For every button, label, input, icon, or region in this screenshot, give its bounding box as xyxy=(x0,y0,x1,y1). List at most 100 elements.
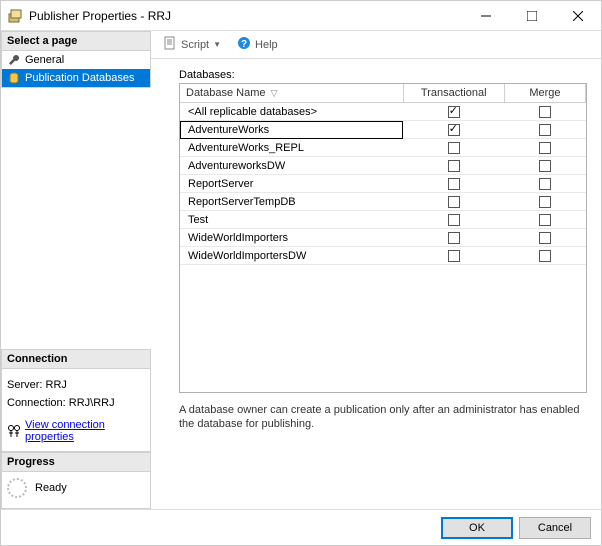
transactional-checkbox[interactable] xyxy=(448,160,460,172)
merge-cell[interactable] xyxy=(504,247,585,265)
merge-checkbox[interactable] xyxy=(539,250,551,262)
merge-cell[interactable] xyxy=(504,175,585,193)
merge-checkbox[interactable] xyxy=(539,214,551,226)
transactional-checkbox[interactable] xyxy=(448,178,460,190)
hint-text: A database owner can create a publicatio… xyxy=(179,403,587,432)
cancel-button[interactable]: Cancel xyxy=(519,517,591,539)
maximize-button[interactable] xyxy=(509,1,555,31)
merge-checkbox[interactable] xyxy=(539,232,551,244)
db-name-cell[interactable]: WideWorldImporters xyxy=(180,229,403,247)
table-row[interactable]: AdventureWorks xyxy=(180,121,586,139)
db-name-cell[interactable]: AdventureWorks_REPL xyxy=(180,139,403,157)
left-panel: Select a page General Publication Databas… xyxy=(1,31,151,509)
dialog-footer: OK Cancel xyxy=(1,509,601,545)
merge-cell[interactable] xyxy=(504,139,585,157)
script-icon xyxy=(163,36,177,53)
chevron-down-icon: ▼ xyxy=(213,40,221,49)
toolbar: Script ▼ ? Help xyxy=(151,31,601,59)
db-name-cell[interactable]: ReportServerTempDB xyxy=(180,193,403,211)
db-name-cell[interactable]: <All replicable databases> xyxy=(180,103,403,121)
progress-status: Ready xyxy=(35,482,67,494)
db-name-cell[interactable]: AdventureworksDW xyxy=(180,157,403,175)
ok-button[interactable]: OK xyxy=(441,517,513,539)
svg-text:?: ? xyxy=(241,39,247,50)
wrench-icon xyxy=(7,53,21,67)
page-nav: General Publication Databases xyxy=(1,51,151,88)
nav-item-publication-databases[interactable]: Publication Databases xyxy=(2,69,150,87)
server-label: Server: RRJ xyxy=(7,379,145,391)
db-name-cell[interactable]: AdventureWorks xyxy=(180,121,403,139)
col-merge[interactable]: Merge xyxy=(504,84,585,103)
transactional-cell[interactable] xyxy=(403,121,504,139)
transactional-cell[interactable] xyxy=(403,139,504,157)
transactional-checkbox[interactable] xyxy=(448,250,460,262)
help-icon: ? xyxy=(237,36,251,53)
nav-item-label: Publication Databases xyxy=(25,72,134,84)
transactional-checkbox[interactable] xyxy=(448,124,460,136)
databases-label: Databases: xyxy=(179,69,587,81)
right-panel: Script ▼ ? Help Databases: xyxy=(151,31,601,509)
transactional-cell[interactable] xyxy=(403,157,504,175)
nav-item-label: General xyxy=(25,54,64,66)
db-name-cell[interactable]: ReportServer xyxy=(180,175,403,193)
table-row[interactable]: WideWorldImporters xyxy=(180,229,586,247)
script-label: Script xyxy=(181,39,209,51)
merge-cell[interactable] xyxy=(504,211,585,229)
transactional-checkbox[interactable] xyxy=(448,106,460,118)
progress-box: Ready xyxy=(1,472,151,509)
transactional-cell[interactable] xyxy=(403,229,504,247)
help-button[interactable]: ? Help xyxy=(231,34,284,55)
help-label: Help xyxy=(255,39,278,51)
merge-checkbox[interactable] xyxy=(539,142,551,154)
transactional-cell[interactable] xyxy=(403,193,504,211)
col-database-name[interactable]: Database Name ▽ xyxy=(180,84,403,103)
transactional-checkbox[interactable] xyxy=(448,214,460,226)
merge-checkbox[interactable] xyxy=(539,160,551,172)
transactional-checkbox[interactable] xyxy=(448,196,460,208)
merge-cell[interactable] xyxy=(504,157,585,175)
transactional-cell[interactable] xyxy=(403,211,504,229)
progress-header: Progress xyxy=(1,452,151,472)
transactional-cell[interactable] xyxy=(403,247,504,265)
table-row[interactable]: ReportServerTempDB xyxy=(180,193,586,211)
content-area: Databases: Database Name ▽ Transactional… xyxy=(151,59,601,509)
progress-spinner-icon xyxy=(7,478,27,498)
merge-checkbox[interactable] xyxy=(539,124,551,136)
app-icon xyxy=(7,8,23,24)
transactional-checkbox[interactable] xyxy=(448,142,460,154)
titlebar: Publisher Properties - RRJ xyxy=(1,1,601,31)
merge-cell[interactable] xyxy=(504,121,585,139)
databases-grid[interactable]: Database Name ▽ Transactional Merge <All… xyxy=(179,83,587,393)
merge-checkbox[interactable] xyxy=(539,178,551,190)
select-page-header: Select a page xyxy=(1,31,151,51)
transactional-cell[interactable] xyxy=(403,175,504,193)
window-title: Publisher Properties - RRJ xyxy=(29,9,463,23)
connection-label: Connection: RRJ\RRJ xyxy=(7,397,145,409)
transactional-checkbox[interactable] xyxy=(448,232,460,244)
table-row[interactable]: Test xyxy=(180,211,586,229)
view-connection-link[interactable]: View connection properties xyxy=(25,419,145,443)
connection-icon xyxy=(7,424,21,438)
merge-cell[interactable] xyxy=(504,229,585,247)
connection-header: Connection xyxy=(1,349,151,369)
script-button[interactable]: Script ▼ xyxy=(157,34,227,55)
minimize-button[interactable] xyxy=(463,1,509,31)
col-transactional[interactable]: Transactional xyxy=(403,84,504,103)
table-row[interactable]: AdventureworksDW xyxy=(180,157,586,175)
table-row[interactable]: WideWorldImportersDW xyxy=(180,247,586,265)
table-row[interactable]: <All replicable databases> xyxy=(180,103,586,121)
transactional-cell[interactable] xyxy=(403,103,504,121)
db-name-cell[interactable]: Test xyxy=(180,211,403,229)
merge-cell[interactable] xyxy=(504,193,585,211)
sort-arrow-icon: ▽ xyxy=(271,88,278,98)
connection-box: Server: RRJ Connection: RRJ\RRJ View con… xyxy=(1,369,151,452)
database-icon xyxy=(7,71,21,85)
nav-item-general[interactable]: General xyxy=(2,51,150,69)
merge-checkbox[interactable] xyxy=(539,196,551,208)
merge-checkbox[interactable] xyxy=(539,106,551,118)
merge-cell[interactable] xyxy=(504,103,585,121)
table-row[interactable]: AdventureWorks_REPL xyxy=(180,139,586,157)
db-name-cell[interactable]: WideWorldImportersDW xyxy=(180,247,403,265)
close-button[interactable] xyxy=(555,1,601,31)
table-row[interactable]: ReportServer xyxy=(180,175,586,193)
